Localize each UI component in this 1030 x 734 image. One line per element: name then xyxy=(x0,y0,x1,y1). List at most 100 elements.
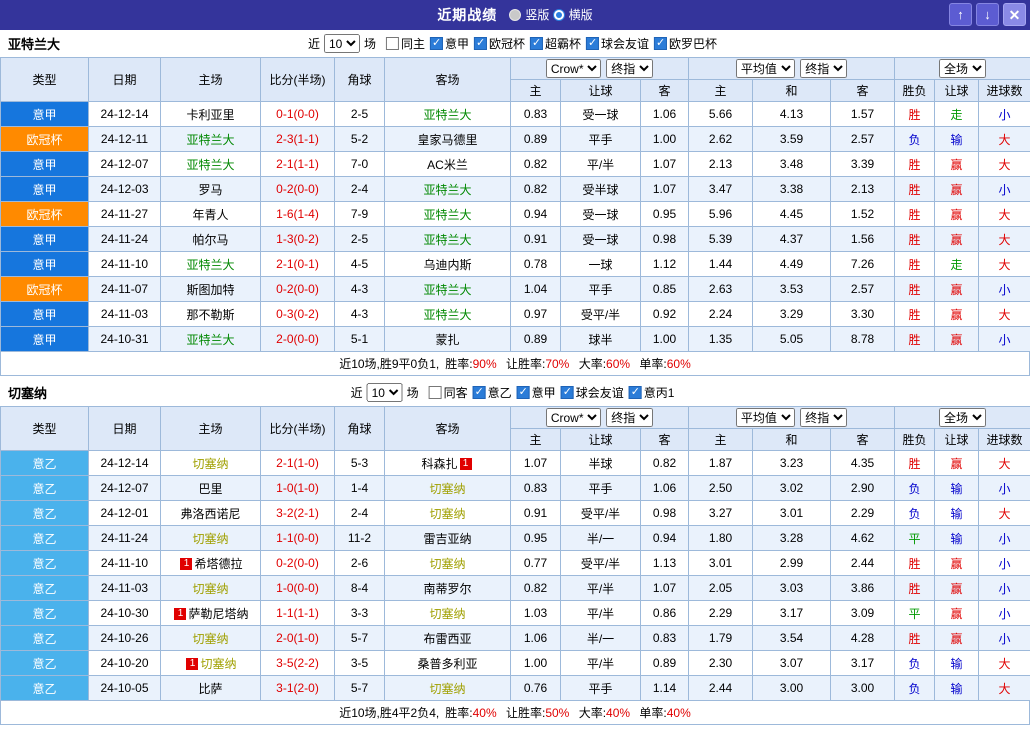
result-cell: 平 xyxy=(894,525,936,551)
goals-result-cell: 大 xyxy=(978,201,1030,227)
home-team-cell: 亚特兰大 xyxy=(160,151,261,177)
handicap-cell: 半球 xyxy=(560,450,641,476)
avg-away-cell: 4.28 xyxy=(830,625,896,651)
avg-draw-cell: 4.37 xyxy=(752,226,832,252)
score-cell: 1-1(0-0) xyxy=(260,525,335,551)
result-cell: 胜 xyxy=(894,450,936,476)
red-card-badge: 1 xyxy=(180,558,193,571)
close-button[interactable]: ✕ xyxy=(1003,3,1026,26)
layout-radio[interactable]: 竖版 xyxy=(509,6,549,23)
away-team-cell: 亚特兰大 xyxy=(384,301,511,327)
average-stage-select[interactable]: 终指 xyxy=(800,408,848,427)
odds-away-cell: 0.94 xyxy=(639,525,690,551)
corner-cell: 5-1 xyxy=(334,326,385,352)
odds-company-select[interactable]: Crow* xyxy=(545,408,601,427)
avg-away-cell: 1.52 xyxy=(830,201,896,227)
league-filter-checkbox[interactable]: 球会友谊 xyxy=(586,35,649,52)
away-team-name: 切塞纳 xyxy=(429,606,466,621)
league-filter-checkbox[interactable]: 欧罗巴杯 xyxy=(654,35,717,52)
match-type-cell: 意乙 xyxy=(0,575,89,601)
league-filter-checkbox[interactable]: 同主 xyxy=(385,35,425,52)
league-filter-checkbox[interactable]: 球会友谊 xyxy=(560,384,624,401)
checkbox-icon xyxy=(429,36,443,50)
odds-stage-select[interactable]: 终指 xyxy=(606,59,654,78)
average-select[interactable]: 平均值 xyxy=(735,59,795,78)
corner-cell: 1-4 xyxy=(334,475,385,501)
league-filter-checkbox[interactable]: 同客 xyxy=(428,384,468,401)
score-cell: 1-0(0-0) xyxy=(260,575,335,601)
match-type-cell: 意甲 xyxy=(0,326,89,352)
recent-count-select[interactable]: 10 xyxy=(366,383,403,402)
avg-away-cell: 3.17 xyxy=(830,650,896,676)
radio-icon xyxy=(552,8,565,21)
average-stage-select[interactable]: 终指 xyxy=(800,59,848,78)
handicap-cell: 平手 xyxy=(560,675,641,701)
scroll-up-button[interactable]: ↑ xyxy=(949,3,972,26)
summary-stat: 胜率:40% xyxy=(445,706,497,720)
result-cell: 负 xyxy=(894,475,936,501)
odds-stage-select[interactable]: 终指 xyxy=(606,408,654,427)
odds-away-cell: 1.12 xyxy=(639,251,690,277)
odds-home-cell: 0.83 xyxy=(510,475,561,501)
recent-count-select[interactable]: 10 xyxy=(323,34,360,53)
avg-home-cell: 2.29 xyxy=(688,600,754,626)
results-section: 亚特兰大 近 10 场 同主 意甲 欧冠杯 超霸杯 球会友谊 欧罗巴杯 xyxy=(0,30,1030,376)
league-filter-checkbox[interactable]: 意甲 xyxy=(516,384,556,401)
summary-prefix: 近10场,胜9平0负1, xyxy=(339,357,440,371)
scope-select[interactable]: 全场 xyxy=(939,59,987,78)
odds-home-cell: 0.77 xyxy=(510,550,561,576)
column-header-corner: 角球 xyxy=(334,57,385,102)
table-row: 欧冠杯 24-11-07 斯图加特 0-2(0-0) 4-3 亚特兰大 1.04… xyxy=(0,276,1030,302)
odds-away-cell: 0.98 xyxy=(639,226,690,252)
summary-stat: 胜率:90% xyxy=(445,357,497,371)
team-name: 切塞纳 xyxy=(8,386,48,401)
result-cell: 负 xyxy=(894,650,936,676)
away-team-name: 布雷西亚 xyxy=(423,631,472,646)
handicap-result-cell: 赢 xyxy=(934,450,980,476)
league-filter-checkbox[interactable]: 欧冠杯 xyxy=(474,35,525,52)
column-header-score: 比分(半场) xyxy=(260,57,335,102)
layout-radio[interactable]: 横版 xyxy=(552,6,593,23)
result-cell: 胜 xyxy=(894,276,936,302)
league-filter-checkbox[interactable]: 意乙 xyxy=(472,384,512,401)
goals-result-cell: 大 xyxy=(978,650,1030,676)
date-cell: 24-11-10 xyxy=(88,550,161,576)
summary-stat: 大率:40% xyxy=(578,706,631,720)
games-label: 场 xyxy=(363,37,376,51)
checkbox-icon xyxy=(560,385,574,399)
home-team-name: 帕尔马 xyxy=(192,232,229,247)
odds-away-cell: 1.13 xyxy=(639,550,690,576)
avg-draw-cell: 4.49 xyxy=(752,251,832,277)
column-header-avg-home: 主 xyxy=(688,428,754,451)
handicap-result-cell: 赢 xyxy=(934,301,980,327)
home-team-name: 希塔德拉 xyxy=(194,556,243,571)
corner-cell: 7-9 xyxy=(334,201,385,227)
scope-select[interactable]: 全场 xyxy=(939,408,987,427)
goals-result-cell: 大 xyxy=(978,301,1030,327)
date-cell: 24-12-14 xyxy=(88,101,161,127)
results-table: 类型 日期 主场 比分(半场) 角球 客场 Crow* 终指 平均值 终指 全场… xyxy=(0,57,1030,352)
odds-home-cell: 0.89 xyxy=(510,126,561,152)
table-row: 意乙 24-11-24 切塞纳 1-1(0-0) 11-2 雷吉亚纳 0.95 … xyxy=(0,525,1030,551)
handicap-cell: 平/半 xyxy=(560,575,641,601)
league-filter-checkbox[interactable]: 意甲 xyxy=(429,35,469,52)
league-filter-checkbox[interactable]: 意丙1 xyxy=(628,384,674,401)
odds-away-cell: 1.07 xyxy=(639,575,690,601)
home-team-name: 卡利亚里 xyxy=(186,107,235,122)
checkbox-icon xyxy=(586,36,600,50)
red-card-badge: 1 xyxy=(459,458,472,471)
result-cell: 胜 xyxy=(894,151,936,177)
average-select[interactable]: 平均值 xyxy=(735,408,795,427)
summary-stat: 单率:40% xyxy=(639,706,691,720)
scroll-down-button[interactable]: ↓ xyxy=(976,3,999,26)
odds-company-select[interactable]: Crow* xyxy=(545,59,601,78)
away-team-cell: 蒙扎 xyxy=(384,326,511,352)
home-team-cell: 罗马 xyxy=(160,176,261,202)
date-cell: 24-11-24 xyxy=(88,525,161,551)
column-header-date: 日期 xyxy=(88,57,161,102)
handicap-result-cell: 赢 xyxy=(934,550,980,576)
odds-away-cell: 1.06 xyxy=(639,475,690,501)
league-filter-checkbox[interactable]: 超霸杯 xyxy=(530,35,581,52)
home-team-name: 亚特兰大 xyxy=(186,332,235,347)
column-header-handicap-result: 让球 xyxy=(934,428,980,451)
